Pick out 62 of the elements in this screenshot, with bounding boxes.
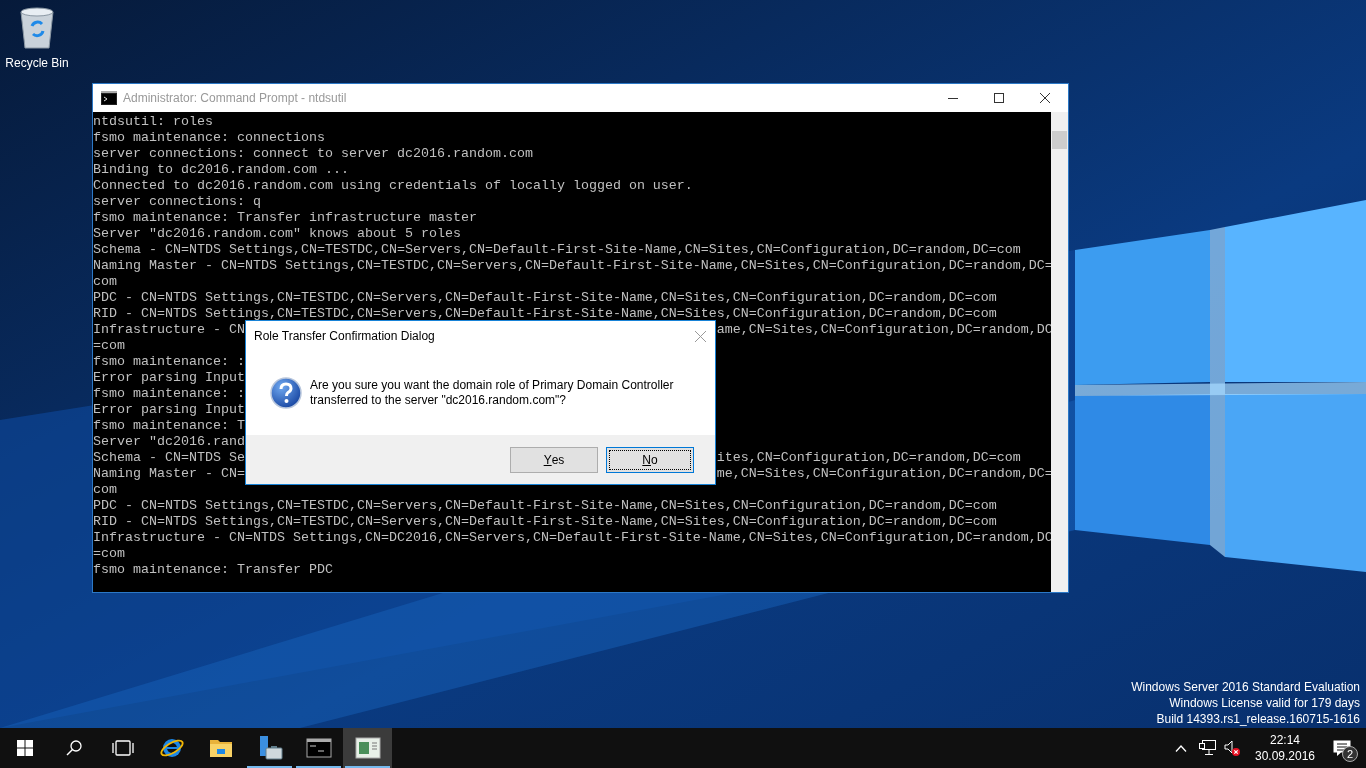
console-line: Schema - CN=NTDS Settings,CN=TESTDC,CN=Servers,CN=Default-First-Site-Name,CN=Sites,CN=Configuration,DC=random,DC=com (93, 242, 1022, 258)
desktop-info-text: Windows Server 2016 Standard Evaluation (1131, 679, 1360, 695)
console-line: fsmo maintenance: T (93, 418, 245, 434)
desktop-info-text: Windows License valid for 179 days (1169, 695, 1360, 711)
trash-bin-icon (18, 6, 56, 50)
console-line: Server "dc2016.random.com" knows about 5 roles (93, 226, 462, 242)
console-line: Naming Master - CN= (93, 466, 245, 482)
question-icon (270, 377, 302, 409)
notifications-button[interactable]: 2 (1318, 728, 1366, 768)
terminal-icon (305, 735, 332, 761)
network-icon[interactable] (1199, 740, 1216, 756)
console-line: fsmo maintenance: Transfer PDC (93, 562, 334, 578)
taskbar-app-button[interactable] (343, 728, 392, 768)
dialog-button[interactable]: Yes (510, 446, 598, 473)
chevron-up-icon[interactable] (1175, 744, 1187, 752)
dialog-message: Are you sure you want the domain role of Primary Domain Controller transferred to the server "dc2016.random.com"? (310, 378, 675, 408)
console-line: Infrastructure - CN (93, 322, 245, 338)
terminal-icon (101, 91, 117, 105)
console-line: PDC - CN=NTDS Settings,CN=TESTDC,CN=Servers,CN=Default-First-Site-Name,CN=Sites,CN=Configuration,DC=random,DC=com (93, 498, 998, 514)
app-window-icon (354, 735, 381, 761)
close-icon (694, 330, 706, 342)
desktop-info-text: Build 14393.rs1_release.160715-1616 (1156, 711, 1360, 727)
muted-speaker-icon[interactable] (1224, 740, 1240, 756)
notification-count: 2 (1342, 746, 1358, 762)
console-line: ites,CN=Configuration,DC=random,DC=com (716, 450, 1021, 466)
console-line: ntdsutil: roles (93, 114, 214, 130)
console-line: Error parsing Input (93, 370, 245, 386)
desktop-icon-label: Recycle Bin (5, 55, 69, 72)
clock-time: 22:14 (1270, 732, 1300, 748)
window-title: Administrator: Command Prompt - ntdsutil (123, 90, 347, 107)
console-line: Server "dc2016.rand (93, 434, 245, 450)
console-line: fsmo maintenance: Transfer infrastructure master (93, 210, 478, 226)
search-icon (65, 740, 82, 756)
dialog-button[interactable]: No (606, 446, 694, 473)
console-line: fsmo maintenance: : (93, 386, 245, 402)
console-line: com (93, 274, 118, 290)
task-view-icon (111, 740, 134, 756)
console-line: fsmo maintenance: : (93, 354, 245, 370)
close-button[interactable] (693, 329, 707, 343)
start-icon (16, 740, 33, 756)
minimize-icon (948, 97, 958, 99)
console-line: =com (93, 546, 126, 562)
clock[interactable]: 22:14 30.09.2016 (1252, 732, 1318, 764)
console-line: server connections: q (93, 194, 262, 210)
maximize-icon (994, 93, 1004, 103)
console-line: Binding to dc2016.random.com ... (93, 162, 350, 178)
console-line: Connected to dc2016.random.com using credentials of locally logged on user. (93, 178, 694, 194)
scrollbar[interactable] (1051, 112, 1068, 592)
console-line: PDC - CN=NTDS Settings,CN=TESTDC,CN=Servers,CN=Default-First-Site-Name,CN=Sites,CN=Configuration,DC=random,DC=com (93, 290, 998, 306)
console-line: server connections: connect to server dc2016.random.com (93, 146, 534, 162)
console-line: fsmo maintenance: connections (93, 130, 326, 146)
console-line: Schema - CN=NTDS Se (93, 450, 245, 466)
console-line: =com (93, 338, 126, 354)
console-line: com (93, 482, 118, 498)
dialog-title: Role Transfer Confirmation Dialog (254, 328, 435, 345)
clock-date: 30.09.2016 (1254, 748, 1316, 764)
console-line: Error parsing Input (93, 402, 245, 418)
console-line: RID - CN=NTDS Settings,CN=TESTDC,CN=Servers,CN=Default-First-Site-Name,CN=Sites,CN=Configuration,DC=random,DC=com (93, 514, 998, 530)
scroll-thumb[interactable] (1052, 131, 1067, 149)
desktop-icon[interactable]: Recycle Bin (0, 6, 74, 72)
close-icon (1040, 93, 1050, 103)
console-line: RID - CN=NTDS Settings,CN=TESTDC,CN=Servers,CN=Default-First-Site-Name,CN=Sites,CN=Configuration,DC=random,DC=com (93, 306, 998, 322)
